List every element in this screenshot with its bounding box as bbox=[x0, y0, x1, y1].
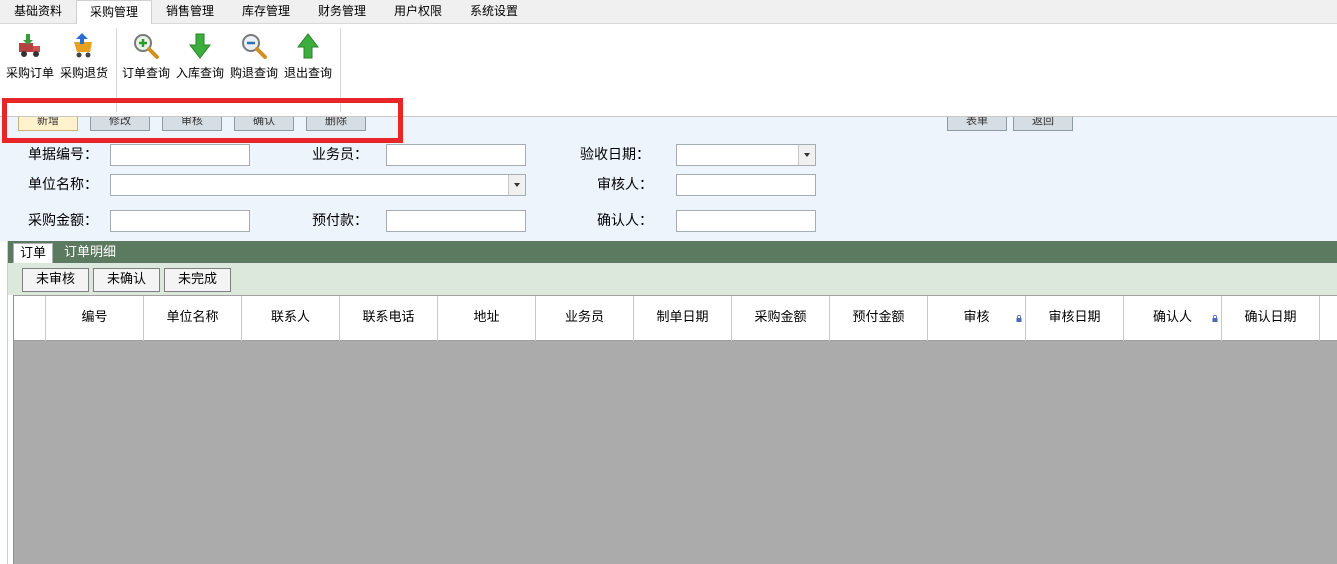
truck-in-icon bbox=[19, 34, 40, 57]
inbound-query-button[interactable]: 入库查询 bbox=[174, 32, 226, 82]
column-header[interactable]: 预付金额 bbox=[830, 296, 928, 341]
table-header: 编号 单位名称 联系人 联系电话 地址 业务员 制单日期 采购金额 预付金额 审… bbox=[14, 295, 1337, 341]
doc-no-label: 单据编号： bbox=[28, 147, 98, 163]
exit-query-label: 退出查询 bbox=[283, 66, 332, 80]
menu-tab-inventory[interactable]: 库存管理 bbox=[228, 0, 304, 24]
grid-tab-strip: 订单 订单明细 bbox=[8, 241, 1337, 263]
column-header[interactable]: 单位名称 bbox=[144, 296, 242, 341]
reviewer-input[interactable] bbox=[676, 174, 816, 196]
confirmer-input[interactable] bbox=[676, 210, 816, 232]
arrow-down-icon bbox=[188, 33, 212, 59]
column-header-label: 审核 bbox=[963, 310, 990, 325]
accept-date-label: 验收日期： bbox=[580, 147, 650, 163]
filter-unreviewed-button[interactable]: 未审核 bbox=[22, 268, 89, 292]
salesman-input[interactable] bbox=[386, 144, 526, 166]
menu-tab-sales[interactable]: 销售管理 bbox=[152, 0, 228, 24]
doc-no-input[interactable] bbox=[110, 144, 250, 166]
back-button[interactable]: 返回 bbox=[1013, 117, 1073, 131]
menu-tab-basic-data[interactable]: 基础资料 bbox=[0, 0, 76, 24]
prepay-input[interactable] bbox=[386, 210, 526, 232]
chevron-down-icon[interactable] bbox=[508, 175, 525, 195]
amount-label: 采购金额： bbox=[28, 213, 98, 229]
amount-input[interactable] bbox=[110, 210, 250, 232]
chevron-down-icon[interactable] bbox=[798, 145, 815, 165]
column-header[interactable]: 制单日期 bbox=[634, 296, 732, 341]
menu-tab-finance[interactable]: 财务管理 bbox=[304, 0, 380, 24]
tab-order[interactable]: 订单 bbox=[13, 243, 54, 263]
menu-tab-user-permissions[interactable]: 用户权限 bbox=[380, 0, 456, 24]
return-query-label: 购退查询 bbox=[229, 66, 278, 80]
purchase-return-label: 采购退货 bbox=[59, 66, 108, 80]
row-selector-header bbox=[14, 296, 46, 341]
purchase-order-label: 采购订单 bbox=[5, 66, 54, 80]
orders-table: 编号 单位名称 联系人 联系电话 地址 业务员 制单日期 采购金额 预付金额 审… bbox=[13, 295, 1337, 564]
purchase-return-button[interactable]: 采购退货 bbox=[58, 32, 110, 82]
column-header[interactable]: 确认日期 bbox=[1222, 296, 1320, 341]
column-header[interactable]: 联系电话 bbox=[340, 296, 438, 341]
column-header-review[interactable]: 审核 bbox=[928, 296, 1026, 341]
column-header-confirmer[interactable]: 确认人 bbox=[1124, 296, 1222, 341]
menu-tab-purchase[interactable]: 采购管理 bbox=[76, 0, 152, 25]
form-button[interactable]: 表单 bbox=[947, 117, 1007, 131]
salesman-label: 业务员： bbox=[312, 147, 368, 163]
main-menu-bar: 基础资料 采购管理 销售管理 库存管理 财务管理 用户权限 系统设置 bbox=[0, 0, 1337, 25]
column-header[interactable]: 编号 bbox=[46, 296, 144, 341]
order-form: 单据编号： 业务员： 验收日期： 单位名称： 审核人： 采购金额： 预付款： 确… bbox=[0, 131, 1337, 241]
column-header-label: 确认人 bbox=[1152, 310, 1192, 325]
accept-date-picker[interactable] bbox=[676, 144, 816, 166]
menu-tab-system-settings[interactable]: 系统设置 bbox=[456, 0, 532, 24]
confirmer-label: 确认人： bbox=[597, 213, 653, 229]
filter-unconfirmed-button[interactable]: 未确认 bbox=[93, 268, 160, 292]
filter-bar: 未审核 未确认 未完成 bbox=[8, 263, 1337, 295]
tab-order-detail[interactable]: 订单明细 bbox=[58, 243, 122, 263]
order-query-label: 订单查询 bbox=[121, 66, 170, 80]
lock-icon bbox=[1016, 315, 1022, 322]
column-header[interactable]: 审核日期 bbox=[1026, 296, 1124, 341]
return-query-button[interactable]: 购退查询 bbox=[228, 32, 280, 82]
zoom-in-icon bbox=[134, 34, 159, 59]
company-select[interactable] bbox=[110, 174, 526, 196]
zoom-out-icon bbox=[242, 34, 267, 59]
inbound-query-label: 入库查询 bbox=[175, 66, 224, 80]
order-query-button[interactable]: 订单查询 bbox=[120, 32, 172, 82]
purchase-order-button[interactable]: 采购订单 bbox=[4, 32, 56, 82]
filter-incomplete-button[interactable]: 未完成 bbox=[164, 268, 231, 292]
company-label: 单位名称： bbox=[28, 177, 98, 193]
lock-icon bbox=[1212, 315, 1218, 322]
column-header[interactable]: 采购金额 bbox=[732, 296, 830, 341]
arrow-up-icon bbox=[296, 33, 320, 59]
exit-query-button[interactable]: 退出查询 bbox=[282, 32, 334, 82]
column-header[interactable]: 联系人 bbox=[242, 296, 340, 341]
prepay-label: 预付款： bbox=[312, 213, 368, 229]
cart-return-icon bbox=[74, 33, 92, 58]
highlight-annotation bbox=[2, 98, 403, 143]
reviewer-label: 审核人： bbox=[597, 177, 653, 193]
column-header[interactable]: 业务员 bbox=[536, 296, 634, 341]
column-header[interactable]: 地址 bbox=[438, 296, 536, 341]
